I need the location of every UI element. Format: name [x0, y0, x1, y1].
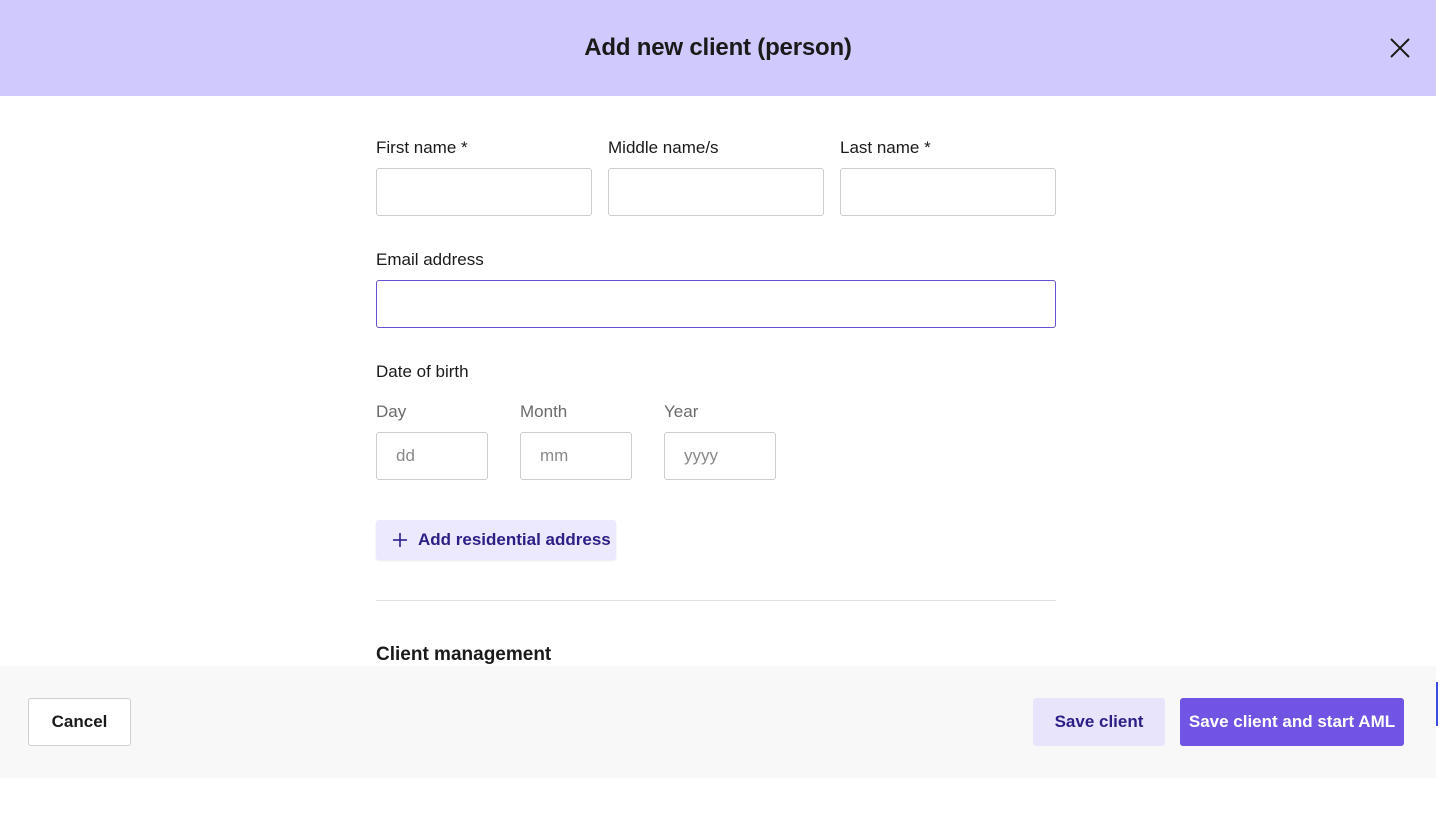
first-name-label: First name * — [376, 138, 468, 157]
page-title: Add new client (person) — [584, 34, 852, 61]
dob-month-input[interactable] — [520, 432, 632, 480]
dob-year-input[interactable] — [664, 432, 776, 480]
first-name-input[interactable] — [376, 168, 592, 216]
cancel-button[interactable]: Cancel — [28, 698, 131, 746]
middle-name-input[interactable] — [608, 168, 824, 216]
modal-footer: Cancel Save client Save client and start… — [0, 666, 1436, 778]
close-button[interactable] — [1388, 36, 1412, 60]
dob-month-label: Month — [520, 402, 568, 421]
close-icon — [1390, 38, 1410, 58]
dob-day-input[interactable] — [376, 432, 488, 480]
divider — [376, 600, 1056, 601]
email-field[interactable] — [376, 280, 1056, 328]
last-name-label: Last name * — [840, 138, 931, 157]
scrollbar-thumb[interactable] — [1436, 682, 1438, 726]
add-residential-address-label: Add residential address — [418, 530, 611, 549]
plus-icon — [393, 533, 407, 547]
modal-header: Add new client (person) — [0, 0, 1436, 96]
email-label: Email address — [376, 250, 484, 269]
last-name-input[interactable] — [840, 168, 1056, 216]
middle-name-label: Middle name/s — [608, 138, 719, 157]
dob-year-label: Year — [664, 402, 699, 421]
save-client-start-aml-button[interactable]: Save client and start AML — [1180, 698, 1404, 746]
save-client-button[interactable]: Save client — [1033, 698, 1165, 746]
client-management-heading: Client management — [376, 644, 552, 665]
dob-day-label: Day — [376, 402, 407, 421]
dob-label: Date of birth — [376, 362, 469, 381]
add-residential-address-button[interactable]: Add residential address — [376, 520, 616, 560]
